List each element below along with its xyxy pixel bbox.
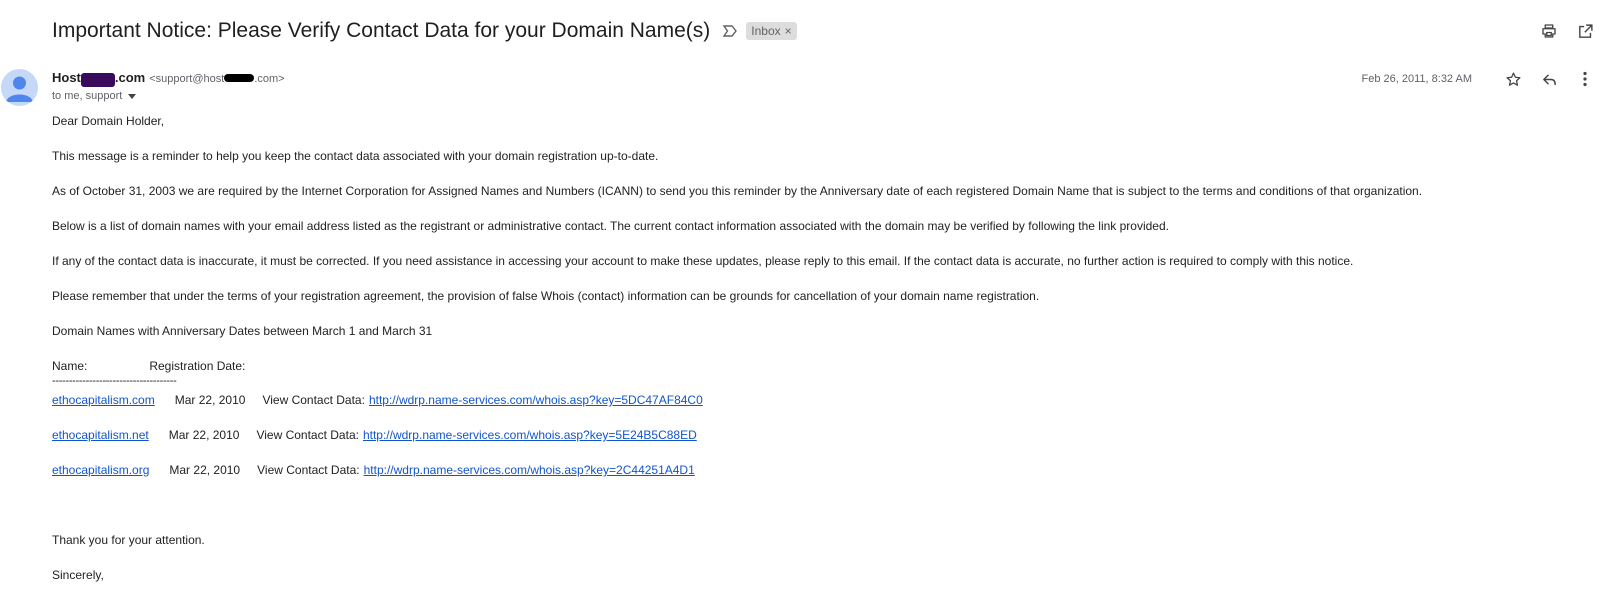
message-body: Dear Domain Holder, This message is a re… <box>52 114 1602 582</box>
divider-dashes: ------------------------------------- <box>52 375 177 387</box>
sender-email-prefix: <support@host <box>149 73 225 85</box>
column-header-name: Name: <box>52 359 88 373</box>
sender-name-suffix: .com <box>114 70 146 85</box>
sender-avatar[interactable] <box>1 69 38 106</box>
sender-name[interactable]: Host .com <box>52 70 146 87</box>
whois-link[interactable]: http://wdrp.name-services.com/whois.asp?… <box>363 428 697 442</box>
domain-table-header: Name: Registration Date: <box>52 359 1602 373</box>
view-contact-label: View Contact Data: <box>256 428 359 442</box>
whois-link[interactable]: http://wdrp.name-services.com/whois.asp?… <box>364 463 695 477</box>
redaction-mark <box>224 74 255 83</box>
email-subject: Important Notice: Please Verify Contact … <box>52 19 711 42</box>
show-details-chevron-icon[interactable] <box>128 93 137 99</box>
body-paragraph: This message is a reminder to help you k… <box>52 149 659 163</box>
closing-line: Sincerely, <box>52 568 104 582</box>
message-date: Feb 26, 2011, 8:32 AM <box>1361 73 1472 85</box>
label-chip-inbox[interactable]: Inbox × <box>746 22 797 40</box>
domain-row: ethocapitalism.net Mar 22, 2010 View Con… <box>52 428 1602 442</box>
print-icon[interactable] <box>1538 20 1560 42</box>
view-contact-label: View Contact Data: <box>257 463 360 477</box>
sender-email: <support@host .com> <box>149 73 284 85</box>
domain-link[interactable]: ethocapitalism.net <box>52 428 149 442</box>
recipients-text: to me, support <box>52 90 123 102</box>
subject-row: Important Notice: Please Verify Contact … <box>52 14 1596 48</box>
body-paragraph: As of October 31, 2003 we are required b… <box>52 184 1423 198</box>
subject-actions <box>1538 20 1596 42</box>
sender-email-suffix: .com> <box>254 73 285 85</box>
domain-row: ethocapitalism.com Mar 22, 2010 View Con… <box>52 393 1602 407</box>
email-view: Important Notice: Please Verify Contact … <box>0 0 1612 603</box>
label-chip-text: Inbox <box>751 24 781 38</box>
more-vert-icon[interactable] <box>1574 68 1596 90</box>
whois-link[interactable]: http://wdrp.name-services.com/whois.asp?… <box>369 393 703 407</box>
domain-row: ethocapitalism.org Mar 22, 2010 View Con… <box>52 463 1602 477</box>
sender-name-prefix: Host <box>52 70 81 85</box>
body-paragraph: Below is a list of domain names with you… <box>52 219 1169 233</box>
body-paragraph: Domain Names with Anniversary Dates betw… <box>52 324 433 338</box>
recipients-line: to me, support <box>52 90 285 102</box>
importance-marker-icon[interactable] <box>722 23 738 39</box>
sender-block: Host .com <support@host .com> to me, suppo… <box>52 70 285 102</box>
column-header-registration-date: Registration Date: <box>149 359 246 373</box>
view-contact-label: View Contact Data: <box>262 393 365 407</box>
domain-link[interactable]: ethocapitalism.org <box>52 463 149 477</box>
greeting: Dear Domain Holder, <box>52 114 165 128</box>
domain-registration-date: Mar 22, 2010 <box>169 463 241 477</box>
message-meta: Feb 26, 2011, 8:32 AM <box>1362 68 1596 90</box>
star-icon[interactable] <box>1502 68 1524 90</box>
domain-registration-date: Mar 22, 2010 <box>174 393 246 407</box>
domain-registration-date: Mar 22, 2010 <box>168 428 240 442</box>
open-in-new-window-icon[interactable] <box>1574 20 1596 42</box>
body-paragraph: If any of the contact data is inaccurate… <box>52 254 1354 268</box>
remove-label-button[interactable]: × <box>785 24 792 38</box>
redaction-mark <box>80 72 115 87</box>
reply-icon[interactable] <box>1538 68 1560 90</box>
thanks-line: Thank you for your attention. <box>52 533 205 547</box>
domain-link[interactable]: ethocapitalism.com <box>52 393 155 407</box>
body-paragraph: Please remember that under the terms of … <box>52 289 1040 303</box>
